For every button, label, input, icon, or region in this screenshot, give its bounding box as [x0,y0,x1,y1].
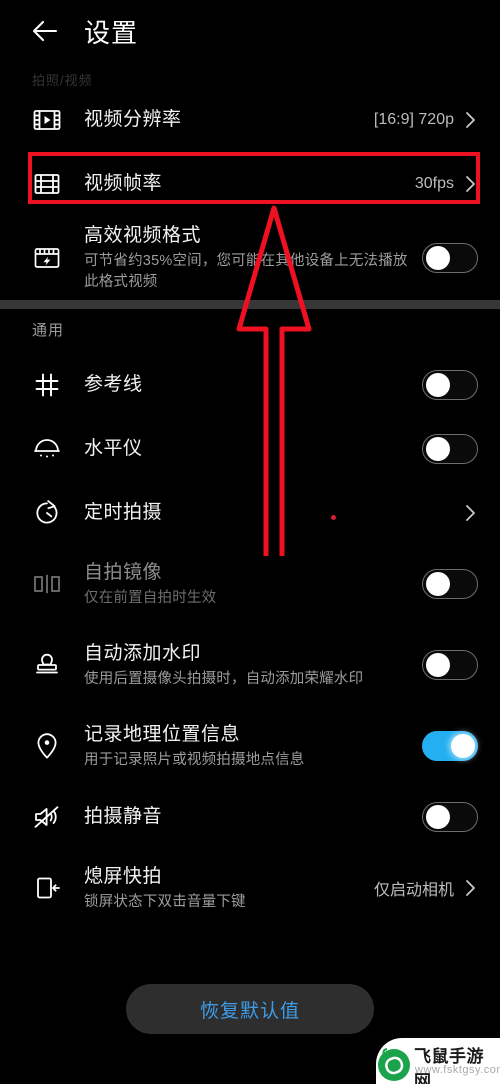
row-texts: 记录地理位置信息 用于记录照片或视频拍摄地点信息 [84,722,422,771]
row-texts: 参考线 [84,372,422,398]
film-strip-icon [26,164,68,204]
chevron-right-icon[interactable] [462,878,478,898]
chevron-right-icon[interactable] [462,174,478,194]
toggle-knob [425,246,450,270]
setting-title: 定时拍摄 [84,502,163,523]
chevron-right-icon[interactable] [462,503,478,523]
setting-row-auto-watermark[interactable]: 自动添加水印 使用后置摄像头拍摄时，自动添加荣耀水印 [0,623,500,707]
mute-icon [26,797,68,837]
annotation-red-dot [331,515,336,520]
watermark-url: www.fsktgsy.com [415,1064,500,1076]
location-pin-icon [26,726,68,766]
setting-subtitle: 仅在前置自拍时生效 [84,589,217,606]
setting-subtitle: 使用后置摄像头拍摄时，自动添加荣耀水印 [84,670,364,687]
stamp-icon [26,645,68,685]
toggle-knob [425,572,450,596]
setting-row-efficient-video-format[interactable]: 高效视频格式 可节省约35%空间，您可能在其他设备上无法播放此格式视频 [0,216,500,300]
setting-subtitle: 锁屏状态下双击音量下键 [84,893,246,910]
setting-title: 熄屏快拍 [84,865,163,887]
setting-value: [16:9] 720p [373,111,454,128]
restore-defaults-button[interactable]: 恢复默认值 [126,984,374,1034]
setting-value: 30fps [414,175,454,192]
setting-row-geolocation[interactable]: 记录地理位置信息 用于记录照片或视频拍摄地点信息 [0,707,500,785]
watermark-site-name: 飞鼠手游网 [414,1047,484,1084]
row-texts: 自拍镜像 仅在前置自拍时生效 [84,560,422,609]
section-divider [0,300,500,309]
setting-title: 视频帧率 [84,173,163,194]
setting-value: 仅启动相机 [373,882,454,899]
toggle-efficient-video-format[interactable] [422,243,478,273]
row-texts: 视频分辨率 [84,107,374,133]
setting-title: 视频分辨率 [84,109,182,130]
mouse-logo-icon [374,1044,414,1084]
setting-title: 拍摄静音 [84,806,163,827]
row-texts: 熄屏快拍 锁屏状态下双击音量下键 [84,864,374,913]
setting-row-video-framerate[interactable]: 视频帧率 30fps [0,152,500,216]
setting-subtitle: 可节省约35%空间，您可能在其他设备上无法播放此格式视频 [84,253,408,290]
setting-row-video-resolution[interactable]: 视频分辨率 [16:9] 720p [0,88,500,152]
row-texts: 自动添加水印 使用后置摄像头拍摄时，自动添加荣耀水印 [84,641,422,690]
film-play-icon [26,100,68,140]
row-texts: 高效视频格式 可节省约35%空间，您可能在其他设备上无法播放此格式视频 [84,223,422,293]
grid-lines-icon [26,365,68,405]
page-title: 设置 [84,17,139,48]
row-texts: 视频帧率 [84,171,415,197]
toggle-grid-lines[interactable] [422,370,478,400]
row-texts: 拍摄静音 [84,804,422,830]
setting-row-grid-lines[interactable]: 参考线 [0,353,500,417]
site-watermark: 飞鼠手游网 www.fsktgsy.com [370,1026,500,1084]
setting-title: 高效视频格式 [84,225,202,246]
setting-title: 自拍镜像 [84,561,163,583]
row-texts: 定时拍摄 [84,500,462,526]
setting-subtitle: 用于记录照片或视频拍摄地点信息 [84,751,305,768]
toggle-knob [425,653,450,677]
toggle-auto-watermark[interactable] [422,650,478,680]
setting-title: 水平仪 [84,438,143,459]
setting-title: 记录地理位置信息 [84,723,241,745]
toggle-geolocation[interactable] [422,731,478,761]
setting-title: 自动添加水印 [84,642,202,664]
toggle-knob [450,734,475,758]
toggle-knob [425,373,450,397]
camera-settings-screen: 设置 拍照/视频 视频分辨率 [16:9] 720p 视频帧率 30fps 高效… [0,0,500,1084]
arrow-left-icon[interactable] [28,14,62,48]
section-label-photo-video: 拍照/视频 [32,73,93,88]
app-header: 设置 [0,0,500,62]
chevron-right-icon[interactable] [462,110,478,130]
section-label-general: 通用 [32,322,65,339]
setting-row-silent-capture[interactable]: 拍摄静音 [0,785,500,849]
toggle-selfie-mirror[interactable] [422,569,478,599]
setting-row-level-meter[interactable]: 水平仪 [0,417,500,481]
level-meter-icon [26,429,68,469]
toggle-level-meter[interactable] [422,434,478,464]
mirror-icon [26,564,68,604]
toggle-silent-capture[interactable] [422,802,478,832]
toggle-knob [425,805,450,829]
setting-row-selfie-mirror[interactable]: 自拍镜像 仅在前置自拍时生效 [0,545,500,623]
timer-icon [26,493,68,533]
setting-title: 参考线 [84,374,143,395]
setting-row-timer-shooting[interactable]: 定时拍摄 [0,481,500,545]
video-bolt-icon [26,238,68,278]
row-texts: 水平仪 [84,436,422,462]
toggle-knob [425,437,450,461]
setting-row-screen-off-quickshot[interactable]: 熄屏快拍 锁屏状态下双击音量下键 仅启动相机 [0,849,500,927]
phone-quickshot-icon [26,868,68,908]
